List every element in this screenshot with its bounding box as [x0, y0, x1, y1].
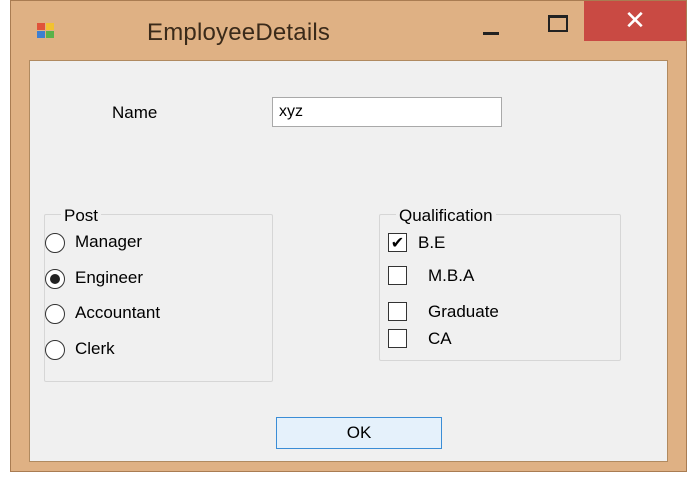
radio-clerk-circle[interactable] — [45, 340, 65, 360]
checkbox-graduate[interactable]: Graduate — [388, 300, 538, 326]
checkbox-graduate-label: Graduate — [428, 302, 499, 321]
ok-button[interactable]: OK — [276, 417, 442, 449]
post-group-title: Post — [61, 206, 102, 226]
radio-clerk[interactable]: Clerk — [45, 337, 165, 363]
radio-clerk-label: Clerk — [75, 339, 115, 358]
app-form-icon — [37, 23, 55, 39]
close-icon: ✕ — [624, 6, 646, 36]
radio-engineer-circle[interactable] — [45, 269, 65, 289]
checkbox-mba-box[interactable] — [388, 266, 407, 285]
radio-accountant-label: Accountant — [75, 303, 161, 322]
radio-manager-label: Manager — [75, 232, 143, 251]
checkbox-graduate-box[interactable] — [388, 302, 407, 321]
checkbox-ca-box[interactable] — [388, 329, 407, 348]
checkmark-icon: ✔ — [390, 233, 405, 252]
radio-manager-circle[interactable] — [45, 233, 65, 253]
post-groupbox: Post Manager Engineer Accountant Clerk — [44, 206, 273, 382]
close-button[interactable]: ✕ — [584, 1, 686, 41]
checkbox-mba[interactable]: M.B.A — [388, 264, 508, 290]
title-bar[interactable]: EmployeeDetails ✕ — [11, 1, 686, 61]
checkbox-be[interactable]: ✔ B.E — [388, 231, 488, 257]
name-input[interactable] — [272, 97, 502, 127]
employee-details-window: EmployeeDetails ✕ Name Post Manager Engi… — [10, 0, 687, 472]
radio-accountant-circle[interactable] — [45, 304, 65, 324]
radio-manager[interactable]: Manager — [45, 230, 205, 256]
qualification-groupbox: Qualification ✔ B.E M.B.A Graduate CA — [379, 206, 621, 361]
maximize-button[interactable] — [534, 1, 584, 41]
checkbox-be-box[interactable]: ✔ — [388, 233, 407, 252]
checkbox-mba-label: M.B.A — [428, 266, 475, 285]
checkbox-ca[interactable]: CA — [388, 327, 478, 353]
window-title: EmployeeDetails — [147, 19, 331, 46]
radio-engineer-label: Engineer — [75, 268, 144, 287]
radio-engineer[interactable]: Engineer — [45, 266, 205, 292]
name-label: Name — [112, 103, 158, 122]
minimize-button[interactable] — [461, 1, 511, 41]
qualification-group-title: Qualification — [396, 206, 496, 226]
checkbox-ca-label: CA — [428, 329, 452, 348]
form-client-area: Name Post Manager Engineer Accountant Cl… — [29, 60, 668, 462]
checkbox-be-label: B.E — [418, 233, 446, 252]
radio-accountant[interactable]: Accountant — [45, 301, 225, 327]
